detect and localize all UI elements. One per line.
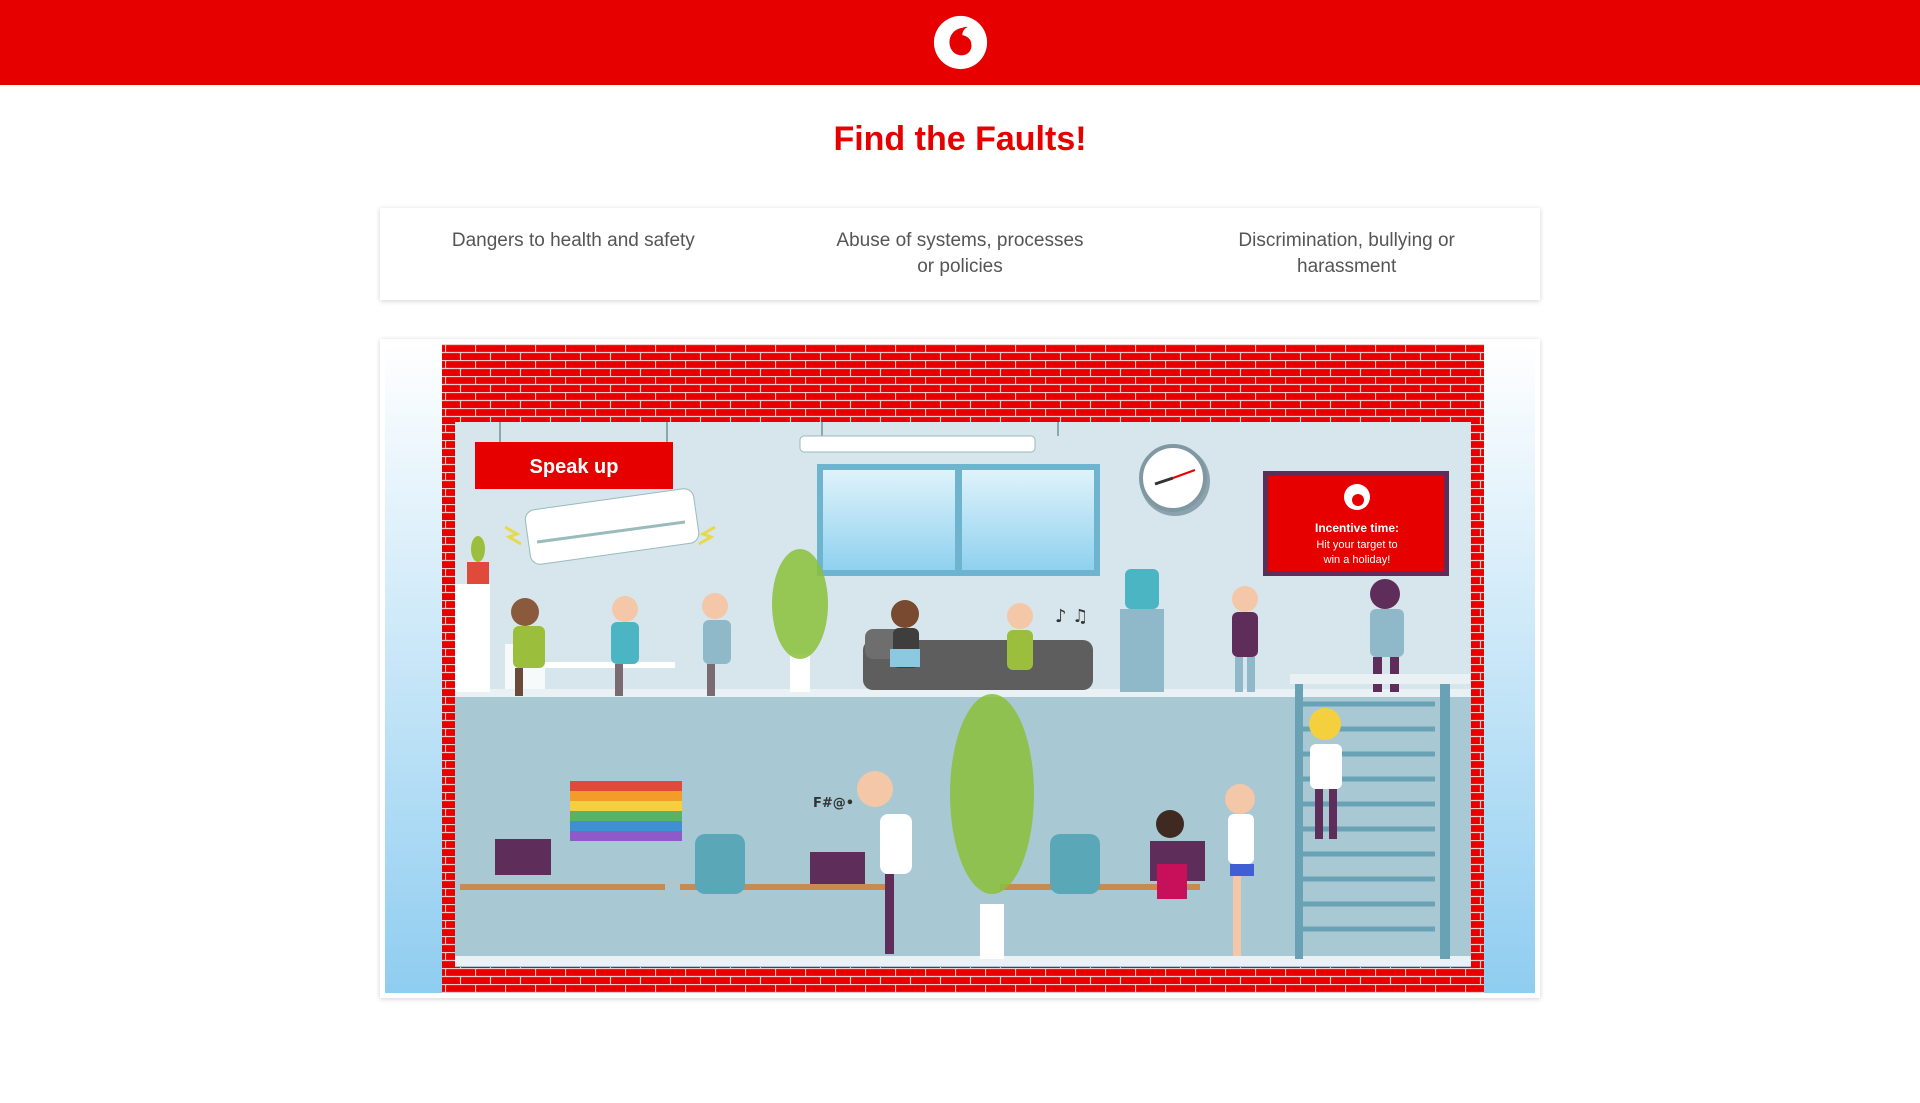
lower-floor: [455, 956, 1471, 966]
wall-clock-icon[interactable]: [1139, 444, 1210, 516]
top-bar: [0, 0, 1920, 85]
pride-flag-poster[interactable]: [570, 781, 682, 841]
music-notes-icon: ♪ ♫: [1055, 606, 1088, 627]
tv-title: Incentive time:: [1315, 521, 1399, 535]
swear-speech: F#@•: [813, 796, 854, 811]
office-scene-card: Speak up Incentive time: Hit your target…: [380, 339, 1540, 998]
category-discrimination[interactable]: Discrimination, bullying or harassment: [1153, 208, 1540, 300]
fault-categories: Dangers to health and safety Abuse of sy…: [380, 208, 1540, 300]
monitor-icon[interactable]: [495, 839, 551, 875]
page-title: Find the Faults!: [833, 120, 1087, 158]
laptop-icon[interactable]: [810, 852, 865, 884]
incentive-tv-screen[interactable]: Incentive time: Hit your target to win a…: [1263, 471, 1449, 576]
water-cooler[interactable]: [1120, 569, 1164, 692]
speechmark-logo-icon[interactable]: [933, 15, 988, 70]
tv-line-2: win a holiday!: [1323, 554, 1391, 566]
office-scene[interactable]: Speak up Incentive time: Hit your target…: [385, 344, 1535, 993]
upper-floor: [455, 689, 1471, 697]
speak-up-sign-label: Speak up: [530, 456, 619, 478]
tv-line-1: Hit your target to: [1316, 539, 1397, 551]
category-health-safety[interactable]: Dangers to health and safety: [380, 208, 767, 300]
category-abuse-systems[interactable]: Abuse of systems, processes or policies: [767, 208, 1154, 300]
